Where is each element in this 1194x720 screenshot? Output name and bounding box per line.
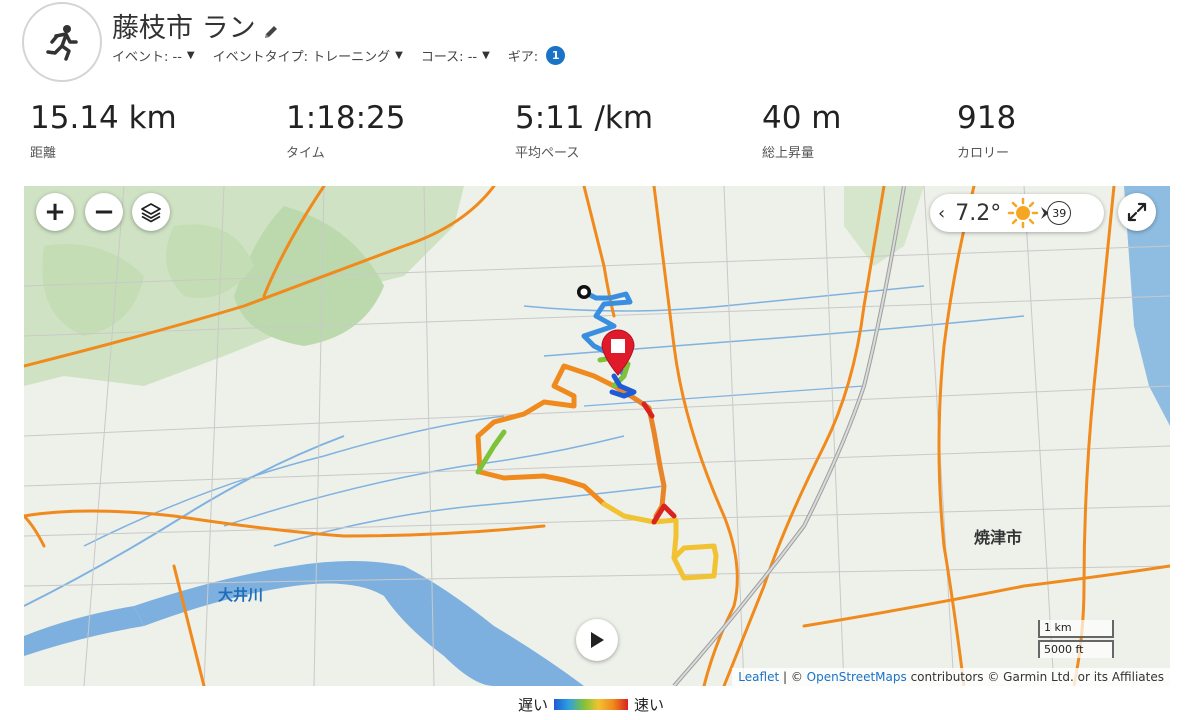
map-scale: 1 km 5000 ft [1038, 620, 1114, 658]
layers-icon [141, 203, 161, 223]
stat-label: 総上昇量 [762, 146, 815, 161]
stat-value: 1:18:25 [286, 100, 406, 136]
pace-legend: 遅い 速い [518, 694, 664, 715]
legend-fast-label: 速い [634, 696, 665, 714]
stat-value: 15.14 km [30, 100, 177, 136]
weather-temperature: 7.2° [955, 200, 1002, 226]
sun-icon [1007, 197, 1039, 229]
scale-ft: 5000 ft [1038, 640, 1114, 658]
pace-gradient-bar [554, 699, 629, 710]
attribution-text: contributors © Garmin Ltd. or its Affili… [906, 670, 1164, 684]
legend-slow-label: 遅い [518, 696, 549, 714]
stat-value: 5:11 /km [515, 100, 654, 136]
gear-count-badge[interactable]: 1 [546, 46, 566, 65]
stat-label: 平均ペース [515, 146, 580, 161]
event-type-label: イベントタイプ: トレーニング [212, 50, 391, 65]
gear-selector[interactable]: ギア: 1 [507, 46, 566, 65]
route-map[interactable]: 焼津市 大井川 + − ‹ 7.2° 39 1 km 5000 ft Leafl… [24, 186, 1170, 686]
play-route-button[interactable] [576, 619, 618, 661]
course-dropdown[interactable]: コース: -- ▼ [421, 46, 490, 65]
river-label: 大井川 [218, 586, 264, 604]
leaflet-link[interactable]: Leaflet [738, 670, 779, 684]
edit-pencil-icon[interactable] [262, 17, 280, 38]
attribution-separator: | © [779, 670, 807, 684]
caret-down-icon: ▼ [186, 50, 195, 61]
event-type-dropdown[interactable]: イベントタイプ: トレーニング ▼ [213, 46, 403, 65]
map-attribution: Leaflet | © OpenStreetMaps contributors … [732, 668, 1170, 686]
activity-meta: イベント: -- ▼ イベントタイプ: トレーニング ▼ コース: -- ▼ ギ… [112, 46, 583, 65]
stat-value: 918 [957, 100, 1017, 136]
wind-speed: 39 [1047, 201, 1072, 225]
gear-label: ギア: [507, 50, 539, 65]
caret-down-icon: ▼ [395, 50, 403, 61]
expand-icon [1127, 202, 1147, 222]
weather-widget[interactable]: ‹ 7.2° 39 [930, 194, 1104, 232]
activity-header: 藤枝市 ラン イベント: -- ▼ イベントタイプ: トレーニング ▼ コース:… [0, 0, 1194, 90]
city-label: 焼津市 [974, 528, 1023, 547]
event-dropdown-label: イベント: -- [112, 50, 182, 65]
zoom-in-icon: + [44, 197, 66, 227]
scale-km: 1 km [1038, 620, 1114, 638]
chevron-left-icon[interactable]: ‹ [938, 203, 945, 224]
stat-elevation-gain: 40 m 総上昇量 [762, 100, 842, 161]
fullscreen-button[interactable] [1118, 193, 1156, 231]
stat-time: 1:18:25 タイム [286, 100, 406, 161]
activity-stats: 15.14 km 距離 1:18:25 タイム 5:11 /km 平均ペース 4… [0, 100, 1194, 180]
stat-distance: 15.14 km 距離 [30, 100, 177, 161]
event-dropdown[interactable]: イベント: -- ▼ [112, 46, 195, 65]
stat-value: 40 m [762, 100, 842, 136]
activity-title: 藤枝市 ラン [112, 6, 280, 45]
finish-marker-icon[interactable] [600, 328, 636, 376]
caret-down-icon: ▼ [482, 50, 490, 61]
map-tiles[interactable] [24, 186, 1170, 686]
stat-label: タイム [286, 146, 325, 161]
layers-button[interactable] [132, 193, 170, 231]
zoom-out-button[interactable]: − [85, 193, 123, 231]
zoom-out-icon: − [93, 197, 115, 227]
stat-calories: 918 カロリー [957, 100, 1016, 161]
running-person-icon [22, 2, 102, 82]
stat-label: カロリー [957, 146, 1010, 161]
stat-label: 距離 [30, 146, 57, 161]
zoom-in-button[interactable]: + [36, 193, 74, 231]
wind-indicator: 39 [1041, 199, 1073, 227]
activity-title-text: 藤枝市 ラン [112, 13, 256, 44]
play-icon [591, 632, 604, 648]
osm-link[interactable]: OpenStreetMaps [807, 670, 907, 684]
course-label: コース: -- [420, 50, 478, 65]
stat-avg-pace: 5:11 /km 平均ペース [515, 100, 653, 161]
